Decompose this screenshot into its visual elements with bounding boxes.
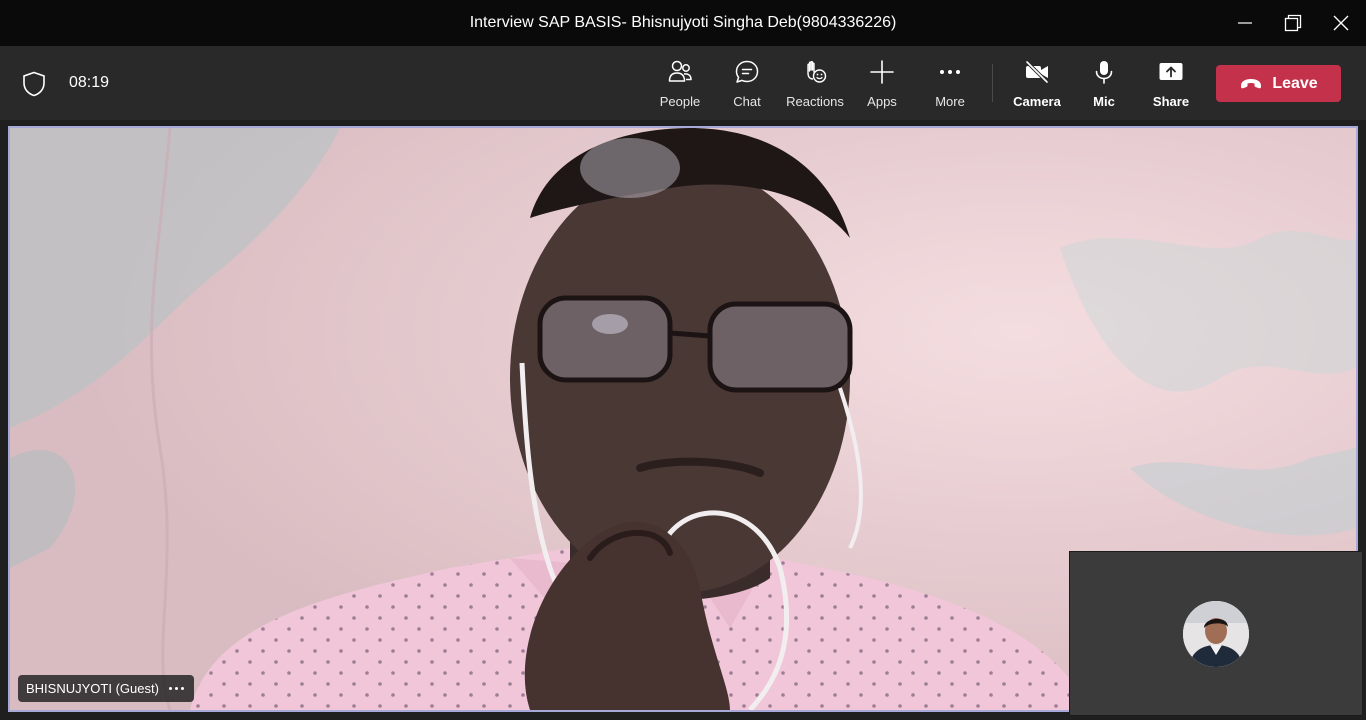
close-button[interactable] [1318,0,1364,46]
avatar [1183,601,1249,667]
participant-name-tag: BHISNUJYOTI (Guest) [18,675,194,702]
more-label: More [935,94,965,109]
restore-button[interactable] [1270,0,1316,46]
plus-icon [870,60,894,84]
camera-label: Camera [1013,94,1061,109]
more-options-icon[interactable] [168,687,184,690]
minimize-button[interactable] [1222,0,1268,46]
participant-name: BHISNUJYOTI (Guest) [26,681,159,696]
apps-label: Apps [867,94,897,109]
leave-button[interactable]: Leave [1216,65,1341,102]
mic-label: Mic [1093,94,1115,109]
restore-icon [1284,14,1302,32]
phone-hangup-icon [1241,78,1262,88]
chat-icon [735,60,759,83]
window-title: Interview SAP BASIS- Bhisnujyoti Singha … [469,14,897,31]
shield-icon[interactable] [22,71,46,97]
self-view-tile[interactable] [1069,551,1363,716]
people-button[interactable]: People [647,56,713,112]
share-label: Share [1152,94,1190,109]
meeting-toolbar: 08:19 People Chat Reactions Apps More Ca… [0,46,1366,120]
avatar-photo [1183,601,1249,667]
people-label: People [659,94,701,109]
meeting-timer: 08:19 [69,74,110,91]
people-icon [668,60,692,82]
close-icon [1333,15,1349,31]
reactions-button[interactable]: Reactions [782,56,848,112]
mic-button[interactable]: Mic [1071,56,1137,112]
toolbar-divider [992,64,993,102]
title-bar: Interview SAP BASIS- Bhisnujyoti Singha … [0,0,1366,46]
more-icon [940,70,960,74]
mic-icon [1095,61,1113,84]
more-button[interactable]: More [917,56,983,112]
share-button[interactable]: Share [1138,56,1204,112]
apps-button[interactable]: Apps [849,56,915,112]
leave-label: Leave [1272,74,1318,92]
camera-off-icon [1025,60,1049,84]
camera-button[interactable]: Camera [1004,56,1070,112]
raise-hand-icon [807,61,827,83]
chat-label: Chat [733,94,761,109]
reactions-label: Reactions [786,94,844,109]
minimize-icon [1238,22,1252,24]
chat-button[interactable]: Chat [714,56,780,112]
share-icon [1159,63,1183,80]
